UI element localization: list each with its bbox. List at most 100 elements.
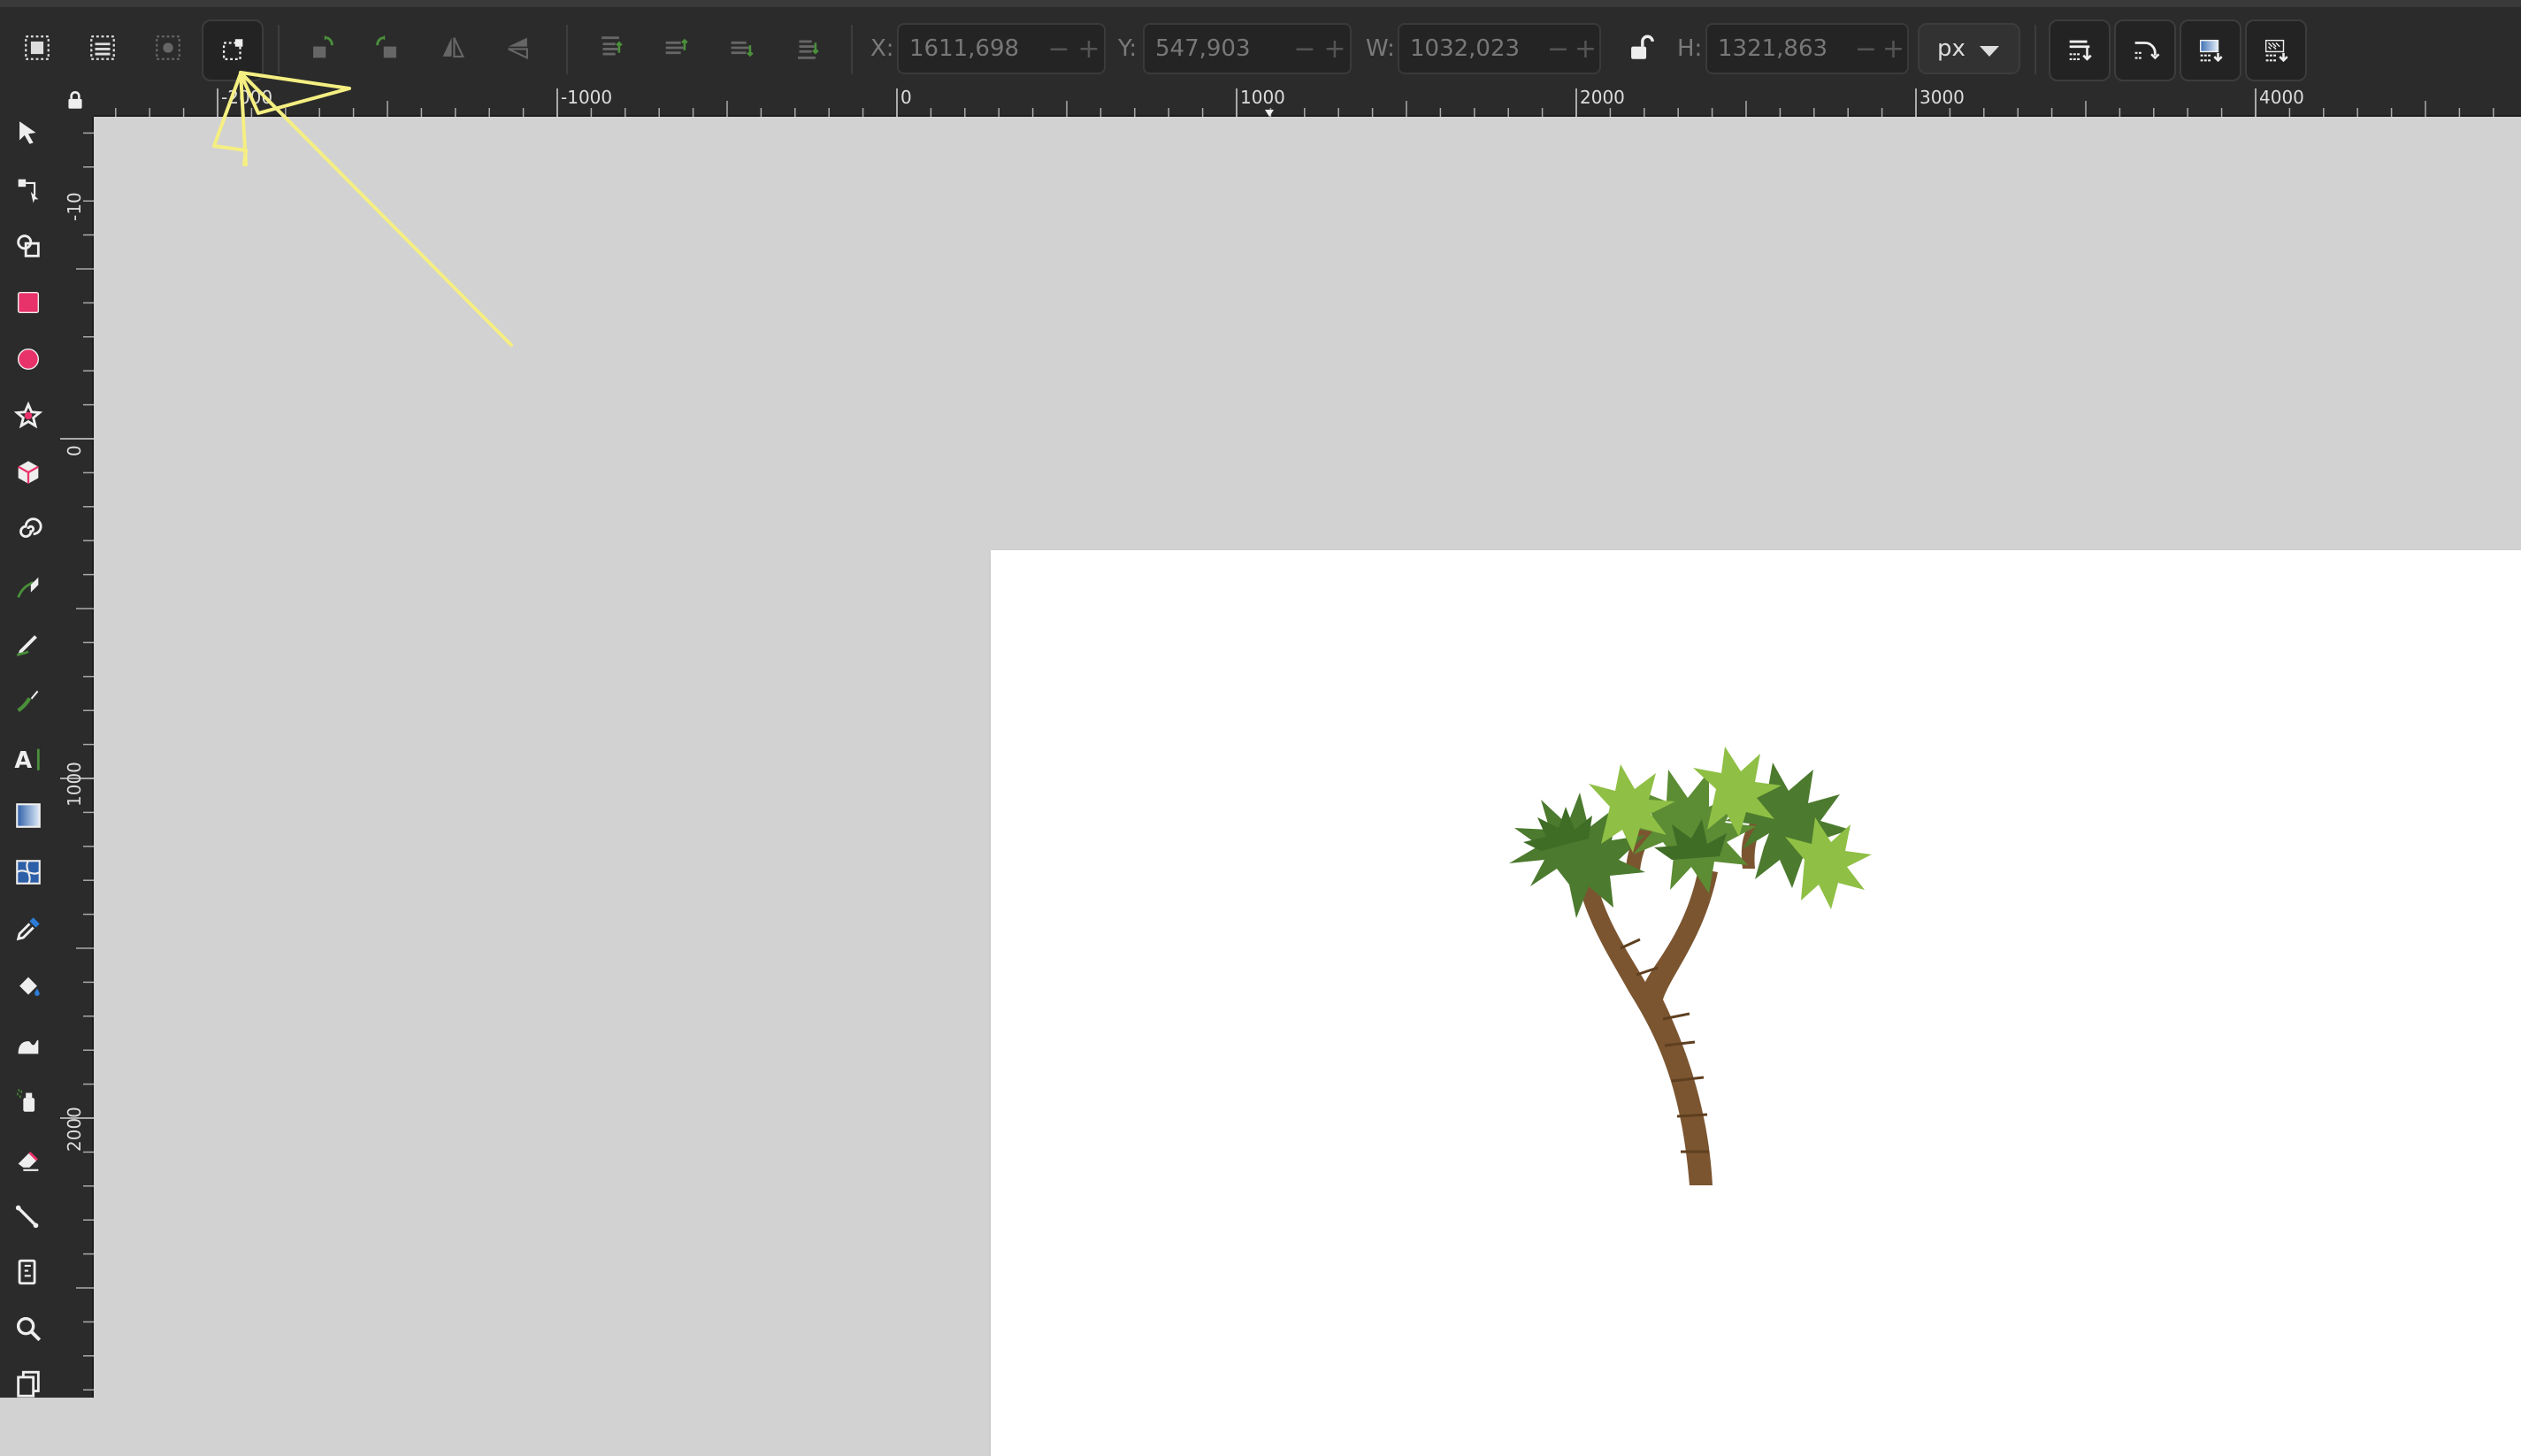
ruler-label: -10	[64, 192, 85, 221]
w-input[interactable]	[1399, 34, 1544, 63]
ellipse-tool-button[interactable]	[7, 338, 50, 380]
node-tool-button[interactable]	[7, 168, 50, 211]
x-label: X:	[870, 35, 894, 62]
paint-bucket-icon	[19, 977, 40, 996]
lower-to-bottom-icon	[798, 40, 819, 59]
shape-builder-icon	[17, 234, 40, 257]
connector-tool-icon	[15, 1205, 39, 1229]
y-increment-button[interactable]: +	[1320, 34, 1350, 65]
deselect-icon	[156, 35, 180, 60]
h-increment-button[interactable]: +	[1880, 34, 1907, 65]
lock-guides-icon	[68, 91, 82, 109]
mesh-tool-button[interactable]	[7, 851, 50, 893]
chevron-down-icon	[1980, 46, 1999, 57]
dropper-tool-icon	[16, 917, 40, 941]
shape-builder-button[interactable]	[7, 225, 50, 267]
y-input[interactable]	[1145, 34, 1290, 63]
w-field[interactable]: − +	[1398, 23, 1601, 74]
unit-dropdown[interactable]: px	[1918, 23, 2020, 74]
move-gradients-icon	[2199, 39, 2223, 63]
h-decrement-button[interactable]: −	[1852, 34, 1880, 65]
bounding-box-icon	[222, 39, 243, 61]
x-field[interactable]: − +	[897, 23, 1106, 74]
w-label: W:	[1366, 35, 1395, 62]
lower-to-bottom-button[interactable]	[784, 25, 830, 71]
text-tool-button[interactable]: A	[7, 738, 50, 780]
pencil-tool-button[interactable]	[7, 623, 50, 665]
toolbar-separator	[851, 25, 853, 74]
flip-vertical-button[interactable]	[495, 25, 541, 71]
raise-button[interactable]	[653, 25, 699, 71]
w-increment-button[interactable]: +	[1572, 34, 1599, 65]
lower-button[interactable]	[718, 25, 764, 71]
ruler-label: 0	[64, 445, 85, 456]
horizontal-ruler[interactable]: -2000 -1000 0 1000 2000 3000 4000	[94, 85, 2521, 117]
rectangle-tool-button[interactable]	[7, 281, 50, 324]
move-patterns-toggle[interactable]	[2245, 19, 2307, 81]
h-field[interactable]: − +	[1705, 23, 1909, 74]
x-increment-button[interactable]: +	[1074, 34, 1104, 65]
rotate-cw-button[interactable]	[364, 25, 410, 71]
ruler-label: 2000	[64, 1107, 85, 1152]
dropper-tool-button[interactable]	[7, 908, 50, 950]
eraser-tool-button[interactable]	[7, 1138, 50, 1180]
box-3d-tool-button[interactable]	[7, 451, 50, 494]
pen-tool-button[interactable]	[7, 566, 50, 609]
bounding-box-toggle-button[interactable]	[202, 19, 264, 81]
selector-arrow-button[interactable]	[7, 111, 50, 154]
ruler-label: 2000	[1580, 87, 1625, 108]
palm-leaves	[1509, 747, 1872, 918]
flip-horizontal-button[interactable]	[430, 25, 476, 71]
scale-stroke-toggle[interactable]	[2049, 19, 2111, 81]
toolbox: A	[0, 85, 57, 1398]
spiral-tool-button[interactable]	[7, 508, 50, 550]
spiral-tool-icon	[19, 517, 42, 538]
rectangle-tool-icon	[17, 291, 40, 314]
select-all-layers-button[interactable]	[80, 25, 126, 71]
unlocked-padlock-icon	[1631, 34, 1654, 59]
y-decrement-button[interactable]: −	[1290, 34, 1320, 65]
measure-tool-button[interactable]	[7, 1251, 50, 1293]
pencil-tool-icon	[16, 635, 37, 657]
x-input[interactable]	[899, 34, 1044, 63]
pages-tool-icon	[17, 1370, 40, 1398]
connector-tool-button[interactable]	[7, 1194, 50, 1237]
vertical-ruler[interactable]: -10 0 1000 2000	[57, 117, 94, 1398]
star-tool-icon	[13, 401, 43, 429]
flip-horizontal-icon	[442, 37, 465, 57]
raise-to-top-button[interactable]	[587, 25, 633, 71]
gradient-tool-icon	[16, 803, 41, 828]
spray-tool-button[interactable]	[7, 1079, 50, 1122]
rotate-ccw-button[interactable]	[299, 25, 345, 71]
cursor-position-marker	[1265, 110, 1274, 117]
h-input[interactable]	[1707, 34, 1852, 63]
w-decrement-button[interactable]: −	[1544, 34, 1572, 65]
move-gradients-toggle[interactable]	[2180, 19, 2241, 81]
document-page[interactable]	[991, 550, 2521, 1456]
raise-to-top-icon	[602, 36, 623, 56]
ruler-corner[interactable]	[57, 85, 94, 117]
gradient-tool-button[interactable]	[7, 794, 50, 837]
y-label: Y:	[1118, 35, 1138, 62]
deselect-button[interactable]	[145, 25, 191, 71]
x-decrement-button[interactable]: −	[1044, 34, 1074, 65]
vertical-ruler-ticks	[60, 132, 94, 1391]
measure-tool-icon	[18, 1259, 36, 1285]
move-patterns-icon	[2264, 39, 2288, 63]
scale-rounded-corners-icon	[2134, 42, 2160, 60]
ruler-label: 0	[900, 87, 912, 108]
star-tool-button[interactable]	[7, 395, 50, 437]
y-field[interactable]: − +	[1143, 23, 1352, 74]
tweak-tool-button[interactable]	[7, 1023, 50, 1065]
select-all-button[interactable]	[14, 25, 60, 71]
scale-rounded-corners-toggle[interactable]	[2114, 19, 2176, 81]
raise-icon	[665, 38, 688, 55]
calligraphy-tool-button[interactable]	[7, 679, 50, 722]
zoom-tool-button[interactable]	[7, 1307, 50, 1350]
palm-tree-illustration[interactable]	[991, 550, 2521, 1456]
paint-bucket-button[interactable]	[7, 966, 50, 1008]
scale-stroke-icon	[2069, 40, 2092, 61]
lock-ratio-button[interactable]	[1617, 25, 1663, 71]
pages-tool-button[interactable]	[7, 1362, 50, 1405]
drawing-canvas[interactable]	[94, 117, 2521, 1456]
